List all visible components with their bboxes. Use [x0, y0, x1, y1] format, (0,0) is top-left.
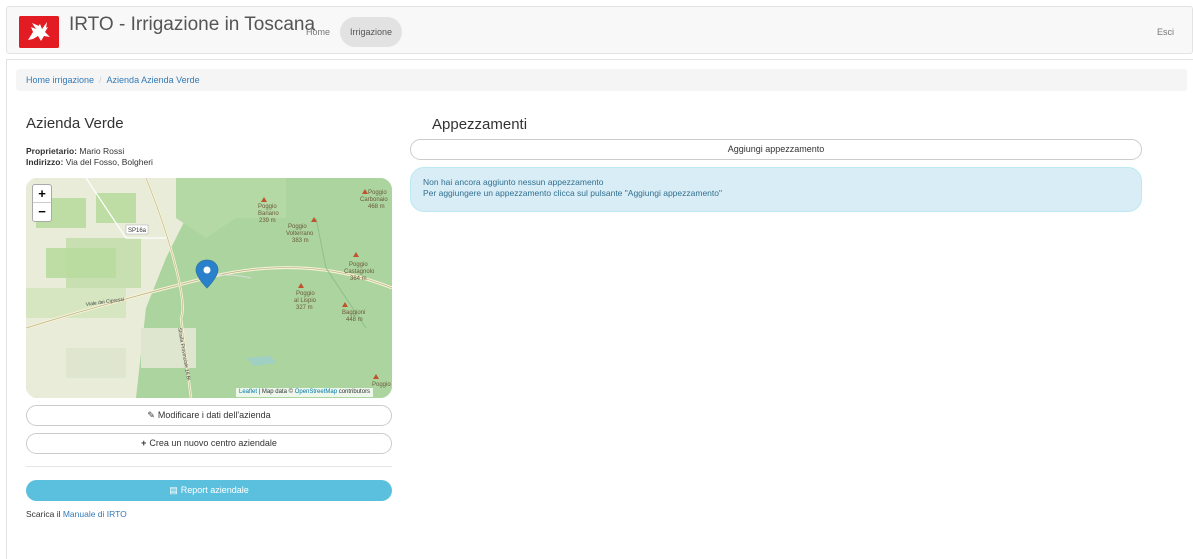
modify-azienda-label: Modificare i dati dell'azienda: [157, 410, 271, 420]
manual-link[interactable]: Manuale di IRTO: [63, 509, 127, 519]
map-label-poggio-volterrano-3: 383 m: [292, 238, 309, 244]
file-icon: ▤: [169, 485, 178, 495]
map-label-poggio-carbonaio-1: Poggio: [368, 190, 387, 196]
attribution-tail: contributors: [337, 389, 371, 395]
nav-home-link[interactable]: Home: [296, 17, 340, 47]
appezzamenti-title: Appezzamenti: [432, 116, 528, 133]
map-label-poggio-bottom: Poggio: [372, 382, 391, 388]
osm-link[interactable]: OpenStreetMap: [295, 389, 337, 395]
map-label-poggio-carbonaio-2: Carbonaio: [360, 197, 388, 203]
empty-appezzamenti-alert: Non hai ancora aggiunto nessun appezzame…: [410, 167, 1142, 212]
address-label: Indirizzo:: [26, 157, 64, 167]
alert-line-1: Non hai ancora aggiunto nessun appezzame…: [423, 177, 604, 187]
tuscany-pegasus-logo-icon[interactable]: [19, 16, 59, 48]
brand-title[interactable]: IRTO - Irrigazione in Toscana: [69, 14, 315, 36]
leaflet-link[interactable]: Leaflet: [239, 389, 257, 395]
map-label-poggio-lispio-3: 327 m: [296, 305, 313, 311]
map-label-baggioni-1: Baggioni: [342, 310, 365, 316]
map-label-poggio-lispio-2: al Lispio: [294, 298, 317, 304]
map-label-poggio-volterrano-1: Poggio: [288, 224, 307, 230]
divider: [26, 466, 392, 467]
map-label-baggioni-2: 448 m: [346, 317, 363, 323]
zoom-in-button[interactable]: +: [33, 185, 51, 203]
download-manual-text: Scarica il Manuale di IRTO: [26, 509, 127, 519]
map-label-poggio-castagnolo-2: Castagnolo: [344, 269, 375, 275]
map-attribution: Leaflet | Map data © OpenStreetMap contr…: [236, 388, 374, 397]
new-centro-button[interactable]: + Crea un nuovo centro aziendale: [26, 433, 392, 454]
modify-azienda-button[interactable]: ✎ Modificare i dati dell'azienda: [26, 405, 392, 426]
report-button[interactable]: ▤ Report aziendale: [26, 480, 392, 501]
map-label-poggio-bariano-1: Poggio: [258, 204, 277, 210]
alert-line-2: Per aggiungere un appezzamento clicca su…: [423, 188, 723, 198]
address-value: Via del Fosso, Bolgheri: [65, 157, 153, 167]
map-label-sp16a: SP16a: [128, 228, 147, 234]
add-appezzamento-button[interactable]: Aggiungi appezzamento: [410, 139, 1142, 160]
breadcrumb-current[interactable]: Azienda Azienda Verde: [107, 75, 200, 85]
map-label-poggio-castagnolo-1: Poggio: [349, 262, 368, 268]
owner-label: Proprietario:: [26, 146, 78, 156]
azienda-title: Azienda Verde: [26, 115, 124, 132]
map-label-poggio-lispio-1: Poggio: [296, 291, 315, 297]
map-label-poggio-volterrano-2: Volterrano: [286, 231, 314, 237]
map-zoom-control: + −: [32, 184, 52, 222]
new-centro-label: Crea un nuovo centro aziendale: [149, 438, 277, 448]
map-label-poggio-carbonaio-3: 468 m: [368, 204, 385, 210]
logout-link[interactable]: Esci: [1157, 17, 1174, 47]
report-label: Report aziendale: [180, 485, 249, 495]
zoom-out-button[interactable]: −: [33, 203, 51, 221]
attribution-separator: | Map data ©: [257, 389, 295, 395]
azienda-info: Proprietario: Mario Rossi Indirizzo: Via…: [26, 146, 153, 168]
pencil-icon: ✎: [147, 410, 155, 420]
map-label-poggio-bariano-3: 239 m: [259, 218, 276, 224]
azienda-map[interactable]: Poggio Bariano 239 m Poggio Carbonaio 46…: [26, 178, 392, 398]
top-navbar: IRTO - Irrigazione in Toscana Home Irrig…: [6, 6, 1193, 54]
plus-icon: +: [141, 438, 147, 448]
breadcrumb: Home irrigazione / Azienda Azienda Verde: [16, 69, 1187, 91]
breadcrumb-home-link[interactable]: Home irrigazione: [26, 75, 94, 85]
scarica-prefix: Scarica il: [26, 509, 63, 519]
breadcrumb-separator: /: [99, 75, 102, 85]
owner-value: Mario Rossi: [79, 146, 125, 156]
map-label-poggio-bariano-2: Bariano: [258, 211, 279, 217]
map-label-poggio-castagnolo-3: 364 m: [350, 276, 367, 282]
nav-irrigazione-link[interactable]: Irrigazione: [340, 17, 403, 47]
